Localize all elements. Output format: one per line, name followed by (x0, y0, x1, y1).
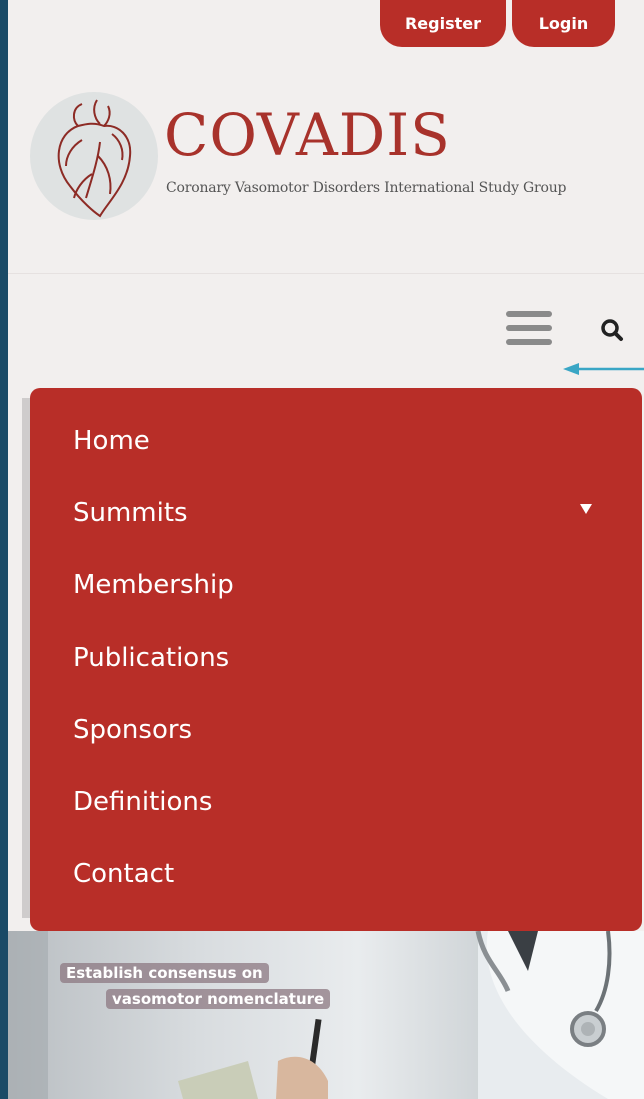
hero-text-line2: vasomotor nomenclature (106, 989, 331, 1009)
brand-name: COVADIS (164, 101, 451, 169)
hamburger-icon[interactable] (506, 311, 552, 351)
arrow-left-icon (563, 360, 644, 378)
hero-banner: Establish consensus on vasomotor nomencl… (8, 931, 644, 1099)
menu-item-membership[interactable]: Membership (73, 565, 234, 605)
hero-image (8, 931, 644, 1099)
menu-item-definitions[interactable]: Definitions (73, 782, 212, 822)
caret-down-icon[interactable] (578, 501, 594, 515)
hero-text-line1: Establish consensus on (60, 963, 269, 983)
menu-item-sponsors[interactable]: Sponsors (73, 710, 192, 750)
menu-item-home[interactable]: Home (73, 421, 150, 461)
search-icon[interactable] (598, 316, 628, 346)
menu-item-contact[interactable]: Contact (73, 854, 174, 894)
heart-logo-icon (30, 92, 158, 220)
brand-tagline: Coronary Vasomotor Disorders Internation… (166, 180, 567, 196)
header-divider (8, 273, 644, 274)
register-button[interactable]: Register (380, 0, 506, 47)
menu-item-publications[interactable]: Publications (73, 638, 229, 678)
nav-menu: Home Summits Membership Publications Spo… (30, 388, 642, 931)
menu-item-summits[interactable]: Summits (73, 493, 188, 533)
page: Register Login COVADIS Coronary Vasomoto… (8, 0, 644, 1099)
login-button[interactable]: Login (512, 0, 615, 47)
site-logo[interactable]: COVADIS Coronary Vasomotor Disorders Int… (30, 90, 644, 220)
